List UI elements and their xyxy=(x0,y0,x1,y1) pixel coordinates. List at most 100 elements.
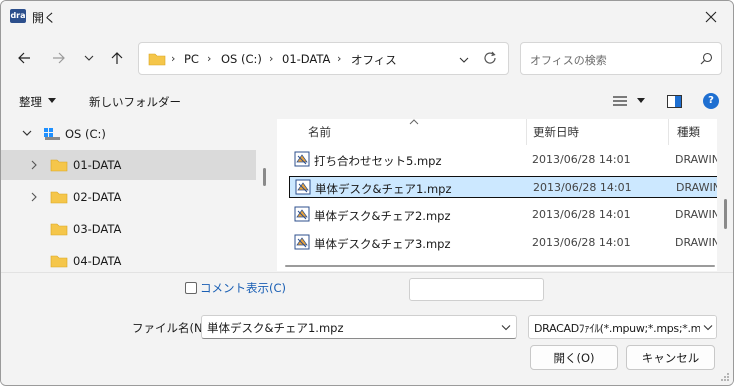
tree-item-03-data[interactable]: 03-DATA xyxy=(1,214,256,244)
comment-checkbox[interactable] xyxy=(185,282,197,294)
filename-value: 単体デスク&チェア1.mpz xyxy=(207,321,344,335)
column-header-type[interactable]: 種類 xyxy=(677,124,700,140)
tree-item-02-data[interactable]: 02-DATA xyxy=(1,182,256,212)
refresh-icon xyxy=(484,51,496,64)
file-name: 単体デスク&チェア2.mpz xyxy=(314,209,451,223)
file-date: 2013/06/28 14:01 xyxy=(532,236,631,249)
address-dropdown-button[interactable] xyxy=(459,53,469,67)
file-date: 2013/06/28 14:01 xyxy=(532,153,631,166)
open-button[interactable]: 開く(O) xyxy=(530,345,618,370)
chevron-down-icon xyxy=(22,130,32,136)
breadcrumb-separator: › xyxy=(269,52,274,65)
arrow-up-icon xyxy=(111,52,123,64)
chevron-right-icon xyxy=(31,160,37,170)
resize-grip-icon[interactable] xyxy=(720,372,730,382)
tree-label: 01-DATA xyxy=(73,158,122,172)
comment-label[interactable]: コメント表示(C) xyxy=(200,280,286,296)
file-date: 2013/06/28 14:01 xyxy=(532,208,631,221)
caret-down-icon[interactable] xyxy=(637,98,645,103)
column-divider[interactable] xyxy=(668,119,669,145)
tree-label: 02-DATA xyxy=(73,190,122,204)
file-type: DRAWIN xyxy=(675,208,717,221)
file-type: DRAWIN xyxy=(675,236,717,249)
mpz-file-icon xyxy=(294,206,310,222)
window-title: 開く xyxy=(32,11,57,25)
tree-item-01-data[interactable]: 01-DATA xyxy=(1,150,256,180)
file-name: 単体デスク&チェア3.mpz xyxy=(314,237,451,251)
breadcrumb-pc[interactable]: PC xyxy=(184,52,199,66)
file-row[interactable]: 単体デスク&チェア3.mpz 2013/06/28 14:01 DRAWIN xyxy=(289,232,717,254)
breadcrumb-01-data[interactable]: 01-DATA xyxy=(282,52,330,66)
filetype-select[interactable]: DRACADﾌｧｲﾙ(*.mpuw;*.mps;*.m xyxy=(528,315,717,339)
mpz-file-icon xyxy=(294,151,310,167)
close-icon xyxy=(705,11,717,23)
up-button[interactable] xyxy=(103,43,131,73)
tree-label-drive: OS (C:) xyxy=(65,127,106,141)
file-list: 名前 更新日時 種類 打ち合わせセット5.mpz 2013/06/28 14:0… xyxy=(277,119,717,271)
filename-input[interactable]: 単体デスク&チェア1.mpz xyxy=(201,315,517,339)
comment-field[interactable] xyxy=(409,278,544,301)
file-name: 単体デスク&チェア1.mpz xyxy=(315,182,452,196)
tree-item-drive[interactable]: OS (C:) xyxy=(1,119,256,149)
folder-icon xyxy=(148,53,166,66)
nav-pane-scrollbar[interactable] xyxy=(263,168,266,186)
file-date: 2013/06/28 14:01 xyxy=(533,181,632,194)
column-header-date[interactable]: 更新日時 xyxy=(533,124,579,140)
breadcrumb-os-c[interactable]: OS (C:) xyxy=(221,52,262,66)
new-folder-button[interactable]: 新しいフォルダー xyxy=(89,94,181,110)
caret-down-icon xyxy=(48,98,56,103)
address-bar[interactable]: › PC › OS (C:) › 01-DATA › オフィス xyxy=(138,42,509,75)
folder-icon xyxy=(50,223,68,236)
preview-pane-icon[interactable] xyxy=(667,95,682,108)
chevron-down-icon xyxy=(84,55,94,61)
command-bar: 整理 新しいフォルダー ? xyxy=(1,85,733,117)
mpz-file-icon xyxy=(294,234,310,250)
help-button[interactable]: ? xyxy=(703,93,719,109)
chevron-down-icon[interactable] xyxy=(501,324,511,331)
arrow-right-icon xyxy=(53,52,65,64)
file-list-scrollbar[interactable] xyxy=(724,199,727,229)
close-button[interactable] xyxy=(689,1,733,33)
file-name: 打ち合わせセット5.mpz xyxy=(314,154,442,168)
dialog-footer: コメント表示(C) ファイル名(N): 単体デスク&チェア1.mpz DRACA… xyxy=(1,272,733,385)
breadcrumb-separator: › xyxy=(207,52,212,65)
refresh-button[interactable] xyxy=(482,50,500,68)
tree-label: 03-DATA xyxy=(73,222,122,236)
chevron-right-icon xyxy=(31,192,37,202)
organize-button[interactable]: 整理 xyxy=(19,94,42,110)
app-icon: dra xyxy=(10,9,26,23)
file-row[interactable]: 打ち合わせセット5.mpz 2013/06/28 14:01 DRAWIN xyxy=(289,149,717,171)
filename-label: ファイル名(N): xyxy=(132,321,211,335)
folder-icon xyxy=(50,159,68,172)
recent-locations-button[interactable] xyxy=(75,43,103,73)
open-file-dialog: dra 開く › PC › OS (C:) › 01-DATA › オフィス オ… xyxy=(0,0,734,386)
mpz-file-icon xyxy=(295,179,311,195)
file-row-selected[interactable]: 単体デスク&チェア1.mpz 2013/06/28 14:01 DRAWIN xyxy=(289,176,717,198)
chevron-down-icon xyxy=(703,324,713,330)
search-icon xyxy=(700,52,713,65)
breadcrumb-separator: › xyxy=(337,52,342,65)
view-list-icon[interactable] xyxy=(613,95,627,107)
breadcrumb-office[interactable]: オフィス xyxy=(351,52,397,68)
back-button[interactable] xyxy=(10,43,38,73)
filetype-dropdown[interactable] xyxy=(700,316,716,338)
column-header-name[interactable]: 名前 xyxy=(308,124,331,140)
search-placeholder: オフィスの検索 xyxy=(530,54,607,67)
folder-icon xyxy=(50,191,68,204)
chevron-down-icon xyxy=(459,57,469,63)
file-row[interactable]: 単体デスク&チェア2.mpz 2013/06/28 14:01 DRAWIN xyxy=(289,204,717,226)
forward-button[interactable] xyxy=(45,43,73,73)
horizontal-scrollbar[interactable] xyxy=(285,265,715,267)
arrow-left-icon xyxy=(18,52,30,64)
tree-label: 04-DATA xyxy=(73,254,122,268)
navigation-pane: OS (C:) 01-DATA 02-DATA 03-DATA 04-DATA xyxy=(1,119,271,271)
filetype-value: DRACADﾌｧｲﾙ(*.mpuw;*.mps;*.m xyxy=(534,322,702,335)
cancel-button[interactable]: キャンセル xyxy=(626,345,715,370)
sort-ascending-icon xyxy=(409,119,419,125)
folder-icon xyxy=(50,255,68,268)
title-bar: dra 開く xyxy=(1,1,733,33)
file-type: DRAWIN xyxy=(675,153,717,166)
tree-item-04-data[interactable]: 04-DATA xyxy=(1,246,256,271)
search-input[interactable]: オフィスの検索 xyxy=(520,42,722,75)
column-divider[interactable] xyxy=(526,119,527,145)
